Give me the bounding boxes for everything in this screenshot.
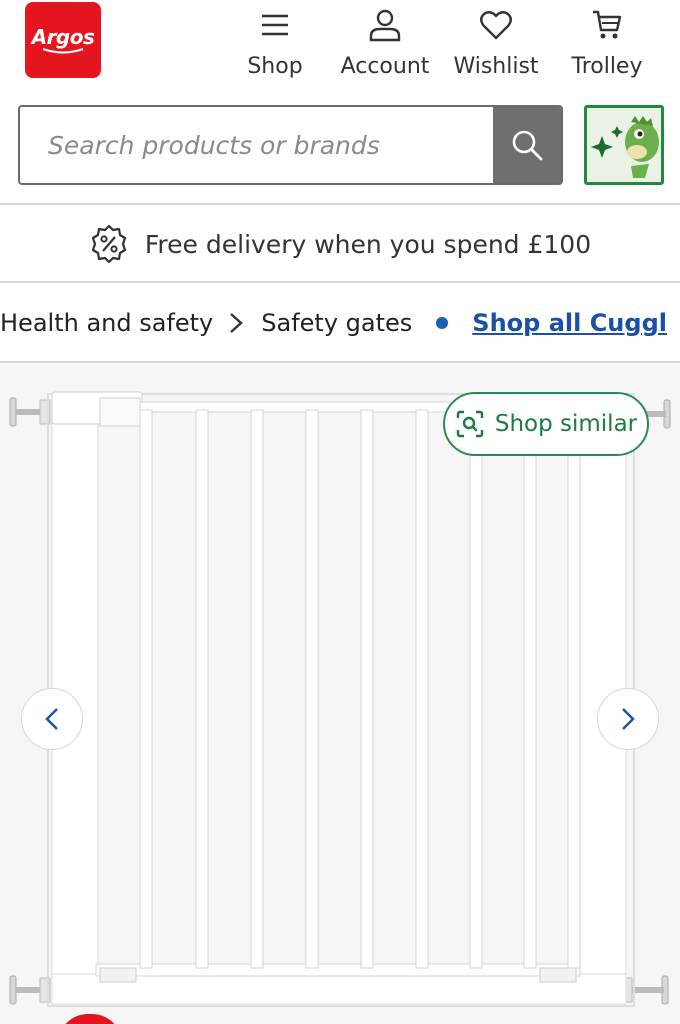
heart-icon [480, 11, 512, 40]
visual-search-icon [456, 410, 484, 438]
carousel-previous-button[interactable] [21, 688, 83, 750]
divider [0, 361, 680, 363]
logo-text: Argos [31, 25, 95, 49]
delivery-text: Free delivery when you spend £100 [144, 229, 592, 259]
separator-dot [436, 317, 449, 329]
divider [0, 203, 680, 205]
divider [0, 281, 680, 283]
trolley-icon [593, 10, 622, 39]
nav-account-button[interactable]: Account [338, 8, 432, 88]
carousel-next-button[interactable] [597, 688, 659, 750]
chevron-right-icon [622, 708, 635, 730]
chevron-right-icon [229, 312, 244, 334]
nav-trolley-label: Trolley [571, 54, 643, 79]
breadcrumb-item-health-and-safety[interactable]: Health and safety [0, 309, 213, 337]
site-header: Argos Shop Account Wishlist Trolley [0, 0, 680, 100]
shop-similar-label: Shop similar [494, 411, 638, 437]
delivery-banner[interactable]: Free delivery when you spend £100 [0, 206, 680, 282]
nav-trolley-button[interactable]: Trolley [568, 8, 646, 88]
shop-similar-button[interactable]: Shop similar [443, 392, 649, 456]
nav-wishlist-label: Wishlist [453, 54, 539, 79]
search-bar [18, 105, 563, 185]
nav-account-label: Account [340, 54, 430, 79]
nav-wishlist-button[interactable]: Wishlist [450, 8, 542, 88]
search-input[interactable] [20, 107, 493, 183]
dinosaur-sparkle-icon [591, 116, 659, 178]
promo-tile[interactable] [584, 105, 664, 185]
shop-all-brand-link[interactable]: Shop all Cuggl [472, 309, 667, 337]
argos-logo[interactable]: Argos [25, 2, 101, 78]
nav-shop-label: Shop [247, 54, 303, 79]
logo-swoosh-icon [42, 48, 84, 54]
search-icon [512, 130, 543, 161]
user-icon [369, 9, 401, 42]
safety-gate-image [9, 391, 671, 1007]
menu-icon [262, 14, 288, 36]
breadcrumb: Health and safety Safety gates Shop all … [0, 284, 680, 362]
breadcrumb-item-safety-gates[interactable]: Safety gates [261, 309, 412, 337]
chevron-left-icon [45, 708, 58, 730]
search-button[interactable] [493, 107, 561, 183]
percent-badge-icon [91, 224, 126, 264]
product-image-carousel[interactable] [0, 364, 680, 1024]
nav-shop-button[interactable]: Shop [244, 8, 306, 88]
